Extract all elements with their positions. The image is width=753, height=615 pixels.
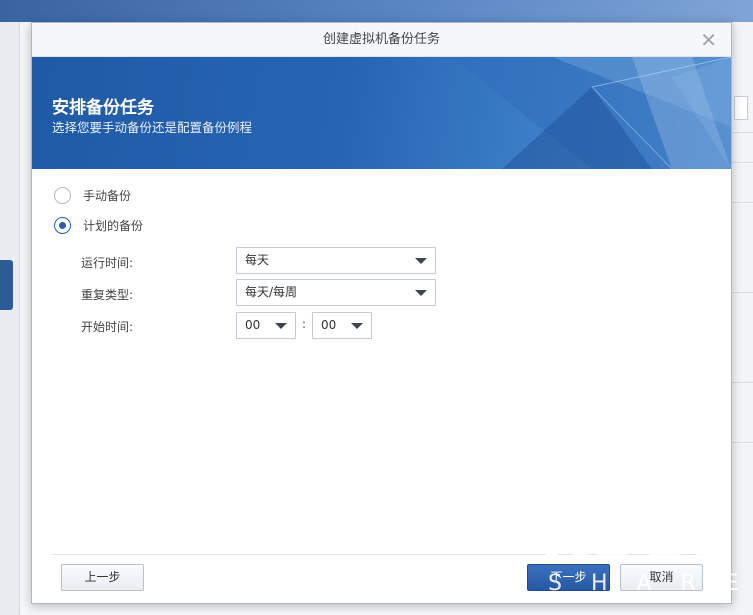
scheduled-backup-label: 计划的备份 (83, 219, 144, 233)
watermark-logo-sub: SHARE (548, 571, 753, 596)
repeat-type-value: 每天/每周 (245, 285, 298, 299)
start-time-label: 开始时间: (81, 320, 134, 334)
watermark-site: koolshare.cn (454, 589, 530, 602)
scheduled-backup-option[interactable]: 计划的备份 (54, 217, 143, 234)
prev-step-button[interactable]: 上一步 (61, 564, 144, 591)
repeat-type-label: 重复类型: (81, 288, 134, 302)
background-sidebar (0, 22, 20, 615)
watermark-logo: KOOL (540, 500, 730, 574)
start-hour-select[interactable]: 00 (236, 312, 296, 339)
background-sidebar-tab[interactable] (0, 260, 13, 310)
banner-subtitle: 选择您要手动备份还是配置备份例程 (52, 120, 253, 135)
background-input (734, 96, 748, 120)
dialog-titlebar: 创建虚拟机备份任务 ✕ (32, 23, 731, 57)
manual-backup-label: 手动备份 (83, 189, 132, 203)
start-minute-select[interactable]: 00 (312, 312, 372, 339)
scheduled-backup-radio[interactable] (54, 217, 71, 234)
manual-backup-option[interactable]: 手动备份 (54, 187, 131, 204)
run-time-value: 每天 (245, 253, 270, 267)
chevron-down-icon (415, 258, 427, 264)
chevron-down-icon (415, 290, 427, 296)
manual-backup-radio[interactable] (54, 187, 71, 204)
chevron-down-icon (351, 323, 363, 329)
step-banner: 安排备份任务 选择您要手动备份还是配置备份例程 (32, 57, 731, 169)
banner-title: 安排备份任务 (52, 98, 154, 118)
start-hour-value: 00 (245, 318, 261, 332)
background-panel-right (730, 22, 753, 615)
start-minute-value: 00 (321, 318, 337, 332)
run-time-label: 运行时间: (81, 256, 134, 270)
run-time-select[interactable]: 每天 (236, 247, 436, 274)
dialog-title: 创建虚拟机备份任务 (322, 32, 440, 47)
chevron-down-icon (275, 323, 287, 329)
repeat-type-select[interactable]: 每天/每周 (236, 279, 436, 306)
close-icon[interactable]: ✕ (700, 23, 717, 57)
time-separator: : (302, 317, 307, 331)
